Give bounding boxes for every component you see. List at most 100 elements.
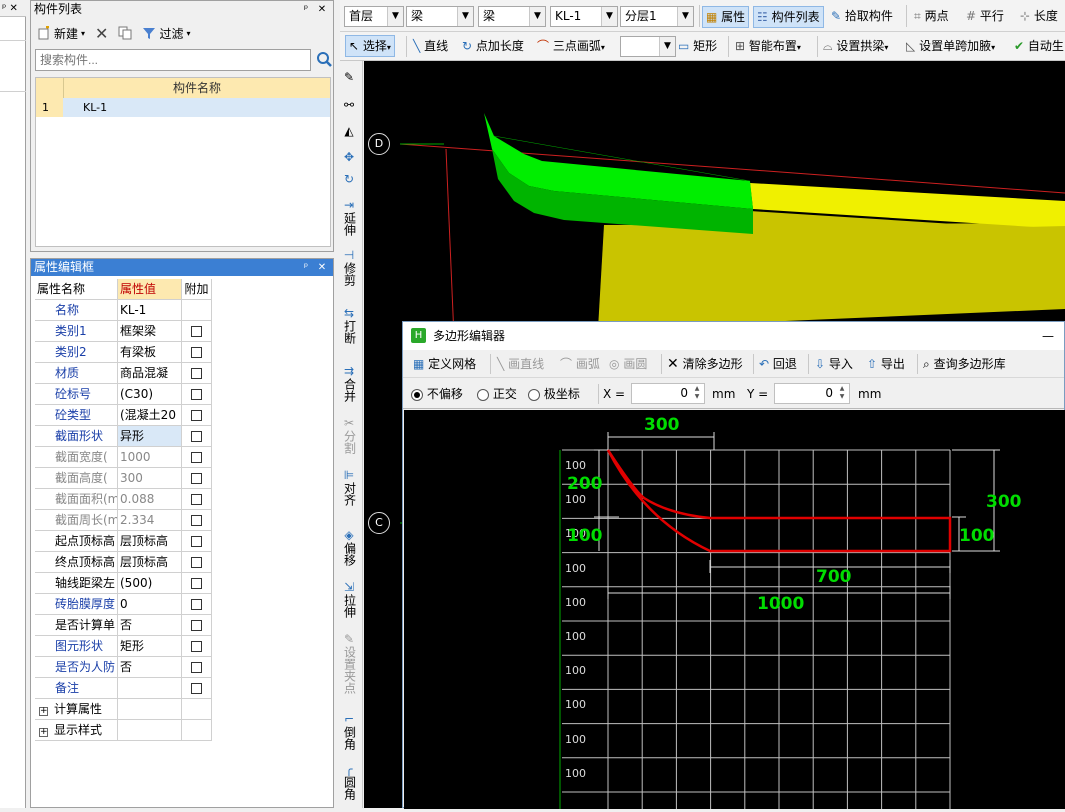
pick-component-button[interactable]: ✎ 拾取构件 (831, 0, 893, 32)
property-value[interactable]: (C30) (118, 384, 182, 404)
property-value[interactable]: (500) (118, 573, 182, 593)
property-row[interactable]: 类别1 框架梁 (35, 321, 212, 342)
property-row[interactable]: 轴线距梁左 (500) (35, 573, 212, 594)
define-grid-button[interactable]: ▦ 定义网格 (413, 350, 476, 378)
property-group-row[interactable]: + 计算属性 (35, 699, 212, 720)
checkbox[interactable] (191, 535, 202, 547)
break-button[interactable]: ⇆ 打断 (336, 307, 362, 347)
property-row[interactable]: 截面面积(m 0.088 (35, 489, 212, 510)
y-input[interactable]: 0 ▲ ▼ (774, 383, 850, 404)
pin-icon[interactable]: ᵖ (299, 259, 313, 276)
rectangle-button[interactable]: ▭ 矩形 (678, 32, 717, 61)
no-offset-radio[interactable]: 不偏移 (411, 379, 463, 409)
property-row[interactable]: 截面形状 异形 (35, 426, 212, 447)
orthogonal-radio[interactable]: 正交 (477, 379, 517, 409)
mirror-icon[interactable]: ◭ (336, 125, 362, 138)
query-library-button[interactable]: ⌕ 查询多边形库 (923, 350, 1006, 378)
draw-arc-button[interactable]: ⌒ 画弧 (560, 350, 600, 378)
attribute-button[interactable]: ▦ 属性 (702, 6, 750, 28)
minimize-button[interactable]: — (1042, 322, 1054, 350)
expand-icon[interactable]: + (39, 707, 48, 716)
checkbox[interactable] (191, 409, 202, 421)
select-button[interactable]: ↖ 选择▾ (345, 35, 395, 57)
table-row[interactable]: 1 KL-1 (36, 98, 330, 117)
property-row[interactable]: 截面周长(m 2.334 (35, 510, 212, 531)
property-group-row[interactable]: + 显示样式 (35, 720, 212, 741)
export-button[interactable]: ⇧ 导出 (867, 350, 905, 378)
property-row[interactable]: 砖胎膜厚度 0 (35, 594, 212, 615)
point-length-button[interactable]: ↻ 点加长度 (462, 32, 524, 61)
property-value[interactable]: KL-1 (118, 300, 182, 320)
new-button[interactable]: 新建 ▾ (35, 25, 87, 42)
property-value[interactable]: 层顶标高 (118, 531, 182, 551)
auto-button[interactable]: ✔ 自动生 (1014, 32, 1064, 61)
pin-icon[interactable]: ᵖ (2, 3, 6, 14)
expand-icon[interactable]: + (39, 728, 48, 737)
undo-button[interactable]: ↶ 回退 (759, 350, 797, 378)
search-input[interactable] (35, 49, 311, 71)
property-value[interactable]: 矩形 (118, 636, 182, 656)
trim-button[interactable]: ⊣ 修剪 (336, 249, 362, 289)
stretch-button[interactable]: ⇲ 拉伸 (336, 581, 362, 621)
property-value[interactable]: 2.334 (118, 510, 182, 530)
pin-icon[interactable]: ᵖ (299, 1, 313, 18)
draw-circle-button[interactable]: ◎ 画圆 (609, 350, 647, 378)
smart-layout-button[interactable]: ⊞ 智能布置▾ (735, 32, 801, 61)
extend-button[interactable]: ⇥ 延伸 (336, 199, 362, 239)
checkbox[interactable] (191, 325, 202, 337)
checkbox[interactable] (191, 388, 202, 400)
component-select[interactable]: KL-1 ▼ (550, 6, 618, 27)
merge-button[interactable]: ⇉ 合并 (336, 365, 362, 405)
property-row[interactable]: 砼类型 (混凝土20 (35, 405, 212, 426)
close-icon[interactable]: ✕ (315, 259, 329, 276)
property-value[interactable]: 0 (118, 594, 182, 614)
polygon-canvas[interactable]: 100 100 100 100 100 100 100 100 100 100 300 200 1… (404, 410, 1065, 809)
property-row[interactable]: 名称 KL-1 (35, 300, 212, 321)
property-value[interactable]: (混凝土20 (118, 405, 182, 425)
fillet-button[interactable]: ╭ 圆角 (336, 763, 362, 803)
property-value[interactable]: 1000 (118, 447, 182, 467)
property-value[interactable]: 层顶标高 (118, 552, 182, 572)
property-row[interactable]: 类别2 有梁板 (35, 342, 212, 363)
property-value[interactable]: 300 (118, 468, 182, 488)
property-value[interactable]: 框架梁 (118, 321, 182, 341)
length-button[interactable]: ⊹ 长度 (1020, 0, 1058, 32)
property-row[interactable]: 截面宽度(1000 (35, 447, 212, 468)
delete-button[interactable]: ✕ (93, 24, 110, 43)
property-value[interactable]: 有梁板 (118, 342, 182, 362)
move-icon[interactable]: ✥ (336, 151, 362, 164)
checkbox[interactable] (191, 367, 202, 379)
line-button[interactable]: ╲ 直线 (413, 32, 448, 61)
type2-select[interactable]: 梁 ▼ (478, 6, 546, 27)
rotate-icon[interactable]: ↻ (336, 173, 362, 186)
type1-select[interactable]: 梁 ▼ (406, 6, 474, 27)
property-value[interactable]: 否 (118, 615, 182, 635)
checkbox[interactable] (191, 682, 202, 694)
close-icon[interactable]: ✕ (9, 3, 17, 14)
property-row[interactable]: 砼标号 (C30) (35, 384, 212, 405)
property-row[interactable]: 图元形状 矩形 (35, 636, 212, 657)
close-icon[interactable]: ✕ (315, 1, 329, 18)
property-row[interactable]: 截面高度(300 (35, 468, 212, 489)
parallel-button[interactable]: # 平行 (966, 0, 1004, 32)
search-button[interactable] (314, 49, 334, 71)
split-button[interactable]: ✂ 分割 (336, 417, 362, 457)
property-value[interactable]: 否 (118, 657, 182, 677)
property-value[interactable] (118, 678, 182, 698)
draw-line-button[interactable]: ╲ 画直线 (497, 350, 544, 378)
property-row[interactable]: 是否为人防否 (35, 657, 212, 678)
property-row[interactable]: 起点顶标高 层顶标高 (35, 531, 212, 552)
filter-button[interactable]: 过滤 ▾ (140, 25, 192, 42)
haunch-button[interactable]: ◺ 设置单跨加腋▾ (906, 32, 995, 61)
property-row[interactable]: 材质 商品混凝 (35, 363, 212, 384)
chamfer-button[interactable]: ⌐ 倒角 (336, 713, 362, 753)
copy-button[interactable] (116, 26, 134, 40)
checkbox[interactable] (191, 619, 202, 631)
checkbox[interactable] (191, 640, 202, 652)
checkbox[interactable] (191, 598, 202, 610)
set-grip-button[interactable]: ✎ 设置夹点 (336, 633, 362, 697)
checkbox[interactable] (191, 556, 202, 568)
align-button[interactable]: ⊫ 对齐 (336, 469, 362, 509)
checkbox[interactable] (191, 493, 202, 505)
property-value[interactable]: 异形 (118, 426, 182, 446)
